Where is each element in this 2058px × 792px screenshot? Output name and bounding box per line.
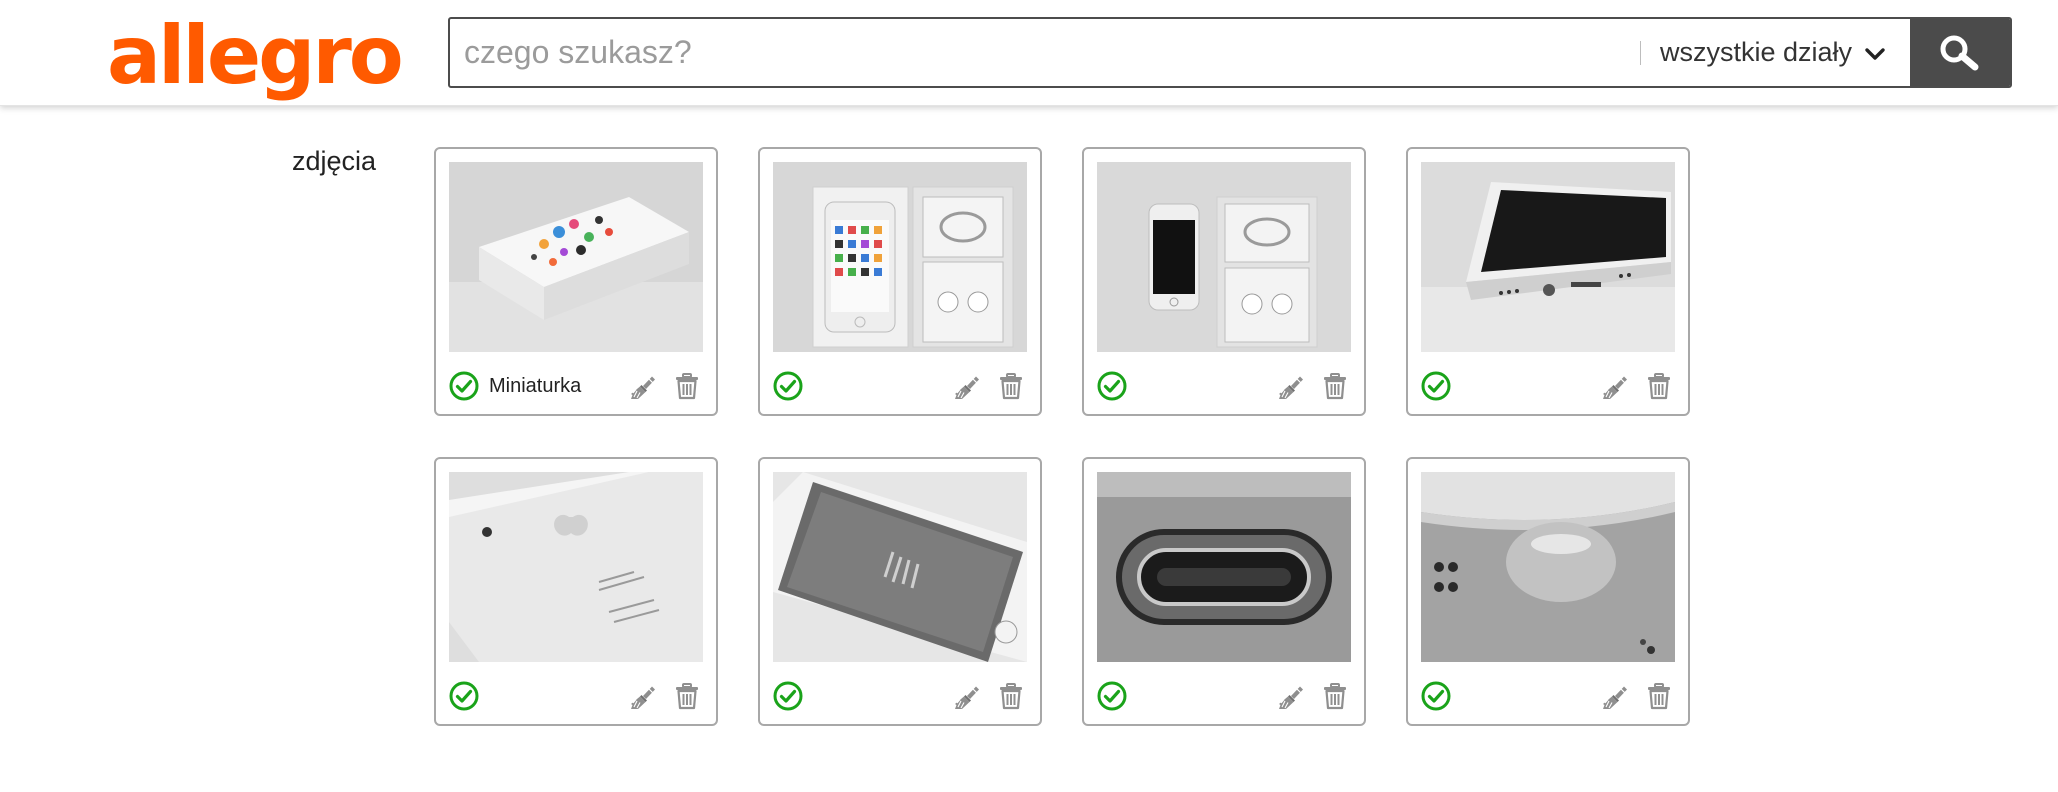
box-contents-photo	[773, 162, 1027, 352]
photo-tile-footer	[1096, 678, 1352, 714]
check-circle-icon	[1096, 370, 1128, 402]
photo-tile-footer	[448, 678, 704, 714]
allegro-logo[interactable]: allegro	[107, 6, 404, 106]
photo-image[interactable]	[1421, 472, 1675, 662]
photo-tile-footer: Miniaturka	[448, 368, 704, 404]
brush-edit-icon[interactable]	[952, 371, 982, 401]
photo-tile[interactable]	[434, 457, 718, 726]
brush-edit-icon[interactable]	[1276, 681, 1306, 711]
search-bar: wszystkie działy	[448, 17, 2012, 88]
edge-scratch-photo	[1421, 472, 1675, 662]
photo-tile[interactable]	[1082, 457, 1366, 726]
photo-image[interactable]	[773, 162, 1027, 352]
check-circle-icon	[1420, 370, 1452, 402]
trash-icon[interactable]	[672, 371, 702, 401]
search-icon	[1940, 35, 1979, 70]
photo-image[interactable]	[449, 162, 703, 352]
trash-icon[interactable]	[1644, 371, 1674, 401]
search-button[interactable]	[1910, 19, 2010, 86]
photo-tile-footer	[1420, 678, 1676, 714]
phone-back-photo	[449, 472, 703, 662]
photo-tile-footer	[1420, 368, 1676, 404]
brush-edit-icon[interactable]	[1600, 371, 1630, 401]
check-circle-icon	[1096, 680, 1128, 712]
phone-bottom-photo	[1421, 162, 1675, 352]
charging-port-photo	[1097, 472, 1351, 662]
top-bar: allegro wszystkie działy	[0, 0, 2058, 106]
category-select-label: wszystkie działy	[1660, 37, 1853, 67]
photo-tile-footer	[772, 678, 1028, 714]
brush-edit-icon[interactable]	[952, 681, 982, 711]
trash-icon[interactable]	[1320, 681, 1350, 711]
photo-image[interactable]	[1097, 472, 1351, 662]
brush-edit-icon[interactable]	[1276, 371, 1306, 401]
trash-icon[interactable]	[996, 681, 1026, 711]
photo-tile[interactable]	[1406, 147, 1690, 416]
photo-tile-footer	[1096, 368, 1352, 404]
search-input[interactable]	[450, 19, 1640, 86]
check-circle-icon	[772, 680, 804, 712]
check-circle-icon	[1420, 680, 1452, 712]
brush-edit-icon[interactable]	[628, 681, 658, 711]
photo-tile[interactable]	[1082, 147, 1366, 416]
trash-icon[interactable]	[1644, 681, 1674, 711]
photo-tile[interactable]	[758, 147, 1042, 416]
photo-image[interactable]	[449, 472, 703, 662]
category-select[interactable]: wszystkie działy	[1640, 19, 1910, 86]
phone-screen-photo	[773, 472, 1027, 662]
brush-edit-icon[interactable]	[628, 371, 658, 401]
trash-icon[interactable]	[996, 371, 1026, 401]
trash-icon[interactable]	[1320, 371, 1350, 401]
photo-tile[interactable]	[1406, 457, 1690, 726]
check-circle-icon	[448, 370, 480, 402]
phone-box-photo	[449, 162, 703, 352]
photo-tile-footer	[772, 368, 1028, 404]
photo-image[interactable]	[1421, 162, 1675, 352]
chevron-down-icon	[1865, 48, 1885, 60]
check-circle-icon	[772, 370, 804, 402]
trash-icon[interactable]	[672, 681, 702, 711]
photo-tile[interactable]	[758, 457, 1042, 726]
check-circle-icon	[448, 680, 480, 712]
brush-edit-icon[interactable]	[1600, 681, 1630, 711]
thumbnail-label: Miniaturka	[489, 374, 582, 397]
photos-section-label: zdjęcia	[292, 146, 377, 176]
photo-image[interactable]	[773, 472, 1027, 662]
photo-image[interactable]	[1097, 162, 1351, 352]
photo-tile[interactable]: Miniaturka	[434, 147, 718, 416]
phone-accessories-photo	[1097, 162, 1351, 352]
